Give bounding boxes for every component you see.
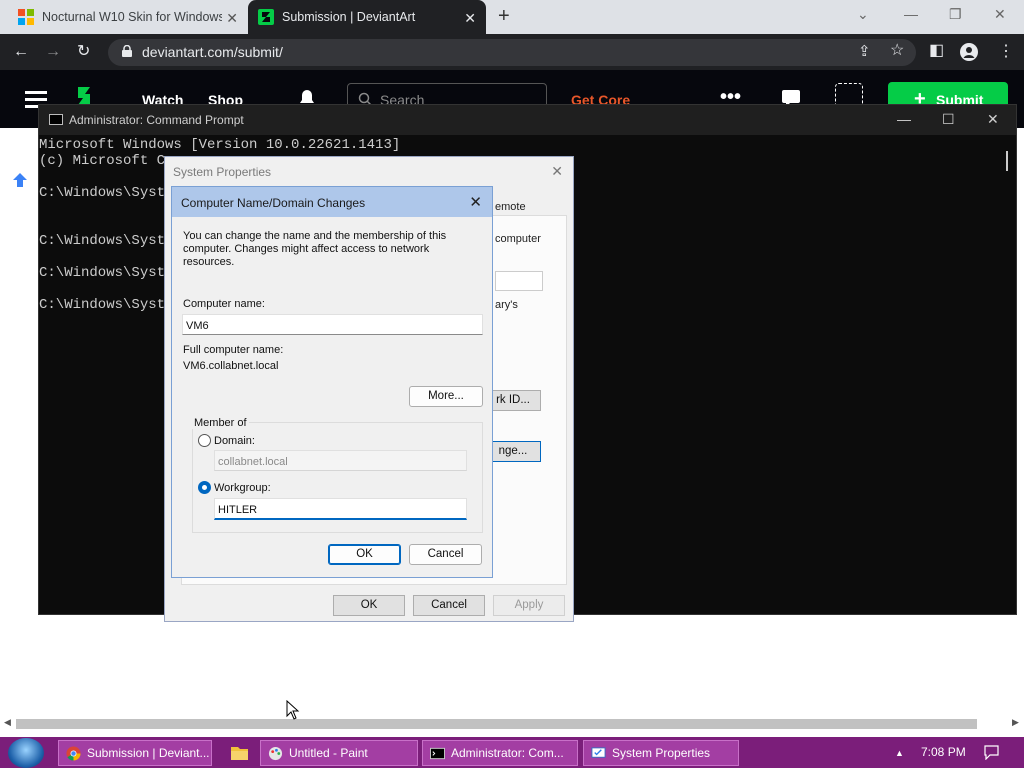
more-button[interactable]: More...	[409, 386, 483, 407]
tab-search-chevron-icon[interactable]: ⌄	[857, 6, 869, 23]
deviantart-logo-icon[interactable]	[74, 86, 94, 106]
workgroup-label[interactable]: Workgroup:	[214, 482, 271, 494]
action-center-icon[interactable]	[984, 745, 999, 760]
cmd-app-icon	[49, 114, 63, 125]
taskbar-item-system-properties[interactable]: System Properties	[583, 740, 739, 766]
description-field[interactable]	[495, 271, 543, 291]
taskbar-item-paint[interactable]: Untitled - Paint	[260, 740, 418, 766]
cmd-icon	[430, 747, 445, 760]
side-panel-icon[interactable]: ◧	[929, 41, 944, 61]
maximize-icon[interactable]: ☐	[942, 111, 955, 128]
taskbar-item-label: Administrator: Com...	[451, 746, 564, 760]
domain-label[interactable]: Domain:	[214, 435, 255, 447]
back-arrow-icon[interactable]: ←	[13, 42, 29, 62]
bookmark-star-icon[interactable]: ☆	[890, 41, 904, 61]
close-icon[interactable]: ✕	[469, 193, 482, 211]
close-icon[interactable]: ✕	[551, 163, 563, 180]
cancel-button[interactable]: Cancel	[409, 544, 482, 565]
close-icon[interactable]: ✕	[987, 111, 999, 128]
domain-radio[interactable]	[198, 434, 211, 447]
cmd-output-line: (c) Microsoft Co	[39, 153, 174, 169]
cmd-output-line: Microsoft Windows [Version 10.0.22621.14…	[39, 137, 401, 153]
close-window-icon[interactable]: ✕	[994, 6, 1006, 23]
arrow-up-icon[interactable]	[12, 172, 28, 188]
cmd-scrollbar[interactable]	[1006, 151, 1008, 171]
taskbar-item-chrome[interactable]: Submission | Deviant...	[58, 740, 212, 766]
computer-name-label: Computer name:	[183, 298, 265, 310]
tray-overflow-arrow-icon[interactable]: ▲	[895, 748, 904, 758]
full-name-value: VM6.collabnet.local	[183, 360, 279, 372]
dialog-title: System Properties	[173, 165, 272, 179]
mouse-cursor-icon	[286, 700, 300, 720]
browser-tab-submission[interactable]: Submission | DeviantArt ✕	[248, 0, 486, 34]
dialog-description: You can change the name and the membersh…	[183, 230, 447, 268]
workgroup-radio[interactable]	[198, 481, 211, 494]
lock-icon	[122, 45, 132, 57]
cmd-window-title: Administrator: Command Prompt	[69, 113, 244, 127]
taskbar-item-cmd[interactable]: Administrator: Com...	[422, 740, 578, 766]
change-button[interactable]: nge...	[485, 441, 541, 462]
share-icon[interactable]: ⇪	[858, 42, 871, 62]
cmd-output-line: C:\Windows\Syste	[39, 297, 174, 313]
workgroup-input[interactable]: HITLER	[214, 498, 467, 520]
taskbar-item-label: System Properties	[612, 746, 711, 760]
ok-button[interactable]: OK	[333, 595, 405, 616]
description-fragment: computer	[495, 233, 541, 245]
clock[interactable]: 7:08 PM	[921, 745, 966, 759]
dialog-title: Computer Name/Domain Changes	[181, 196, 366, 210]
scroll-right-icon[interactable]: ▶	[1012, 717, 1019, 728]
cmd-output-line: C:\Windows\Syste	[39, 233, 174, 249]
network-id-button[interactable]: rk ID...	[485, 390, 541, 411]
cmd-output-line: C:\Windows\Syste	[39, 185, 174, 201]
menu-kebab-icon[interactable]: ⋮	[998, 42, 1014, 62]
member-of-label: Member of	[192, 417, 249, 429]
cmd-title-bar[interactable]: Administrator: Command Prompt — ☐ ✕	[39, 105, 1016, 135]
chrome-icon	[66, 746, 81, 761]
tab-remote[interactable]: emote	[495, 201, 526, 213]
scrollbar-thumb[interactable]	[16, 719, 977, 729]
browser-tab-nocturnal[interactable]: Nocturnal W10 Skin for Windows ✕	[8, 0, 248, 34]
new-tab-button[interactable]: +	[498, 5, 510, 28]
taskbar-item-label: Submission | Deviant...	[87, 746, 210, 760]
microsoft-logo-icon	[18, 9, 34, 25]
file-explorer-icon[interactable]	[222, 740, 256, 766]
full-name-label: Full computer name:	[183, 344, 284, 356]
ok-button[interactable]: OK	[328, 544, 401, 565]
tab-close-icon[interactable]: ✕	[226, 10, 238, 27]
url-text[interactable]: deviantart.com/submit/	[142, 44, 283, 60]
profile-avatar-icon[interactable]	[960, 43, 978, 61]
dialog-title-bar[interactable]: Computer Name/Domain Changes ✕	[172, 187, 492, 217]
description-fragment: ary's	[495, 299, 518, 311]
tab-close-icon[interactable]: ✕	[464, 10, 476, 27]
system-properties-icon	[591, 747, 606, 758]
domain-input[interactable]: collabnet.local	[214, 450, 467, 471]
start-button-icon[interactable]	[8, 738, 44, 768]
forward-arrow-icon[interactable]: →	[45, 42, 61, 62]
apply-button[interactable]: Apply	[493, 595, 565, 616]
tab-title: Nocturnal W10 Skin for Windows	[42, 10, 222, 24]
cmd-output-line: C:\Windows\Syste	[39, 265, 174, 281]
minimize-icon[interactable]: —	[904, 6, 918, 22]
minimize-icon[interactable]: —	[897, 111, 911, 127]
cancel-button[interactable]: Cancel	[413, 595, 485, 616]
taskbar-item-label: Untitled - Paint	[289, 746, 368, 760]
paint-icon	[268, 746, 283, 761]
deviantart-logo-icon	[258, 9, 274, 25]
tab-title: Submission | DeviantArt	[282, 10, 416, 24]
scroll-left-icon[interactable]: ◀	[4, 717, 11, 728]
computer-name-input[interactable]: VM6	[182, 314, 483, 335]
restore-icon[interactable]: ❐	[949, 6, 962, 23]
computer-name-dialog[interactable]: Computer Name/Domain Changes ✕ You can c…	[171, 186, 493, 578]
reload-icon[interactable]: ↻	[77, 42, 90, 62]
